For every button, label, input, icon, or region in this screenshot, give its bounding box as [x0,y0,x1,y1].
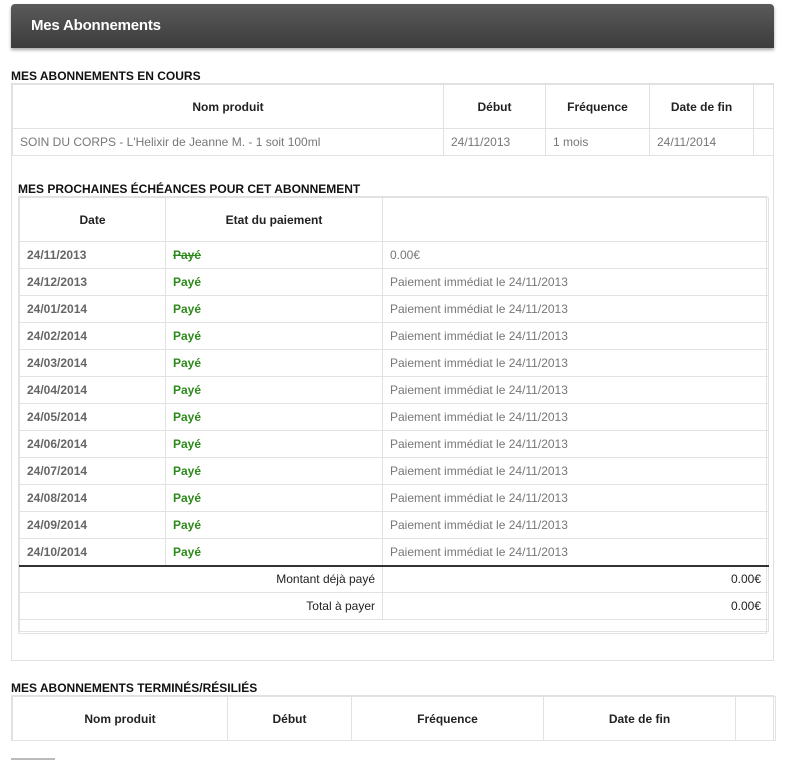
payment-status: Payé [165,430,383,458]
payment-detail: 0.00€ [382,241,769,269]
current-table-header: Nom produit Début Fréquence Date de fin [12,84,774,129]
payment-detail: Paiement immédiat le 24/11/2013 [382,403,769,431]
due-date: 24/03/2014 [19,349,166,377]
payment-status: Payé [165,322,383,350]
col-header-product: Nom produit [12,84,444,129]
payment-detail: Paiement immédiat le 24/11/2013 [382,268,769,296]
start-date: 24/11/2013 [443,128,546,156]
payment-detail: Paiement immédiat le 24/11/2013 [382,511,769,539]
current-subscriptions-table: Nom produit Début Fréquence Date de fin … [12,84,774,156]
already-paid-row: Montant déjà payé 0.00€ [19,564,769,593]
payment-detail: Paiement immédiat le 24/11/2013 [382,349,769,377]
due-date: 24/11/2013 [19,241,166,269]
spacer-row [19,619,769,632]
table-row[interactable]: SOIN DU CORPS - L'Helixir de Jeanne M. -… [12,128,774,156]
ended-subscriptions-table: Nom produit Début Fréquence Date de fin [12,696,776,741]
col-header-frequency: Fréquence [545,84,650,129]
page-header: Mes Abonnements [11,4,774,48]
page-title: Mes Abonnements [31,17,161,34]
ended-table-header: Nom produit Début Fréquence Date de fin [12,696,776,741]
payment-detail: Paiement immédiat le 24/11/2013 [382,457,769,485]
payment-status: Payé [165,241,383,269]
schedule-panel: Date Etat du paiement 24/11/2013 Payé 0.00… [18,196,769,634]
table-row: 24/07/2014 Payé Paiement immédiat le 24/11… [19,457,769,485]
table-row: 24/04/2014 Payé Paiement immédiat le 24/11… [19,376,769,404]
total-row: Total à payer 0.00€ [19,592,769,620]
due-date: 24/08/2014 [19,484,166,512]
due-date: 24/10/2014 [19,538,166,566]
table-row: 24/01/2014 Payé Paiement immédiat le 24/11… [19,295,769,323]
product-name: SOIN DU CORPS - L'Helixir de Jeanne M. -… [12,128,444,156]
col-header-payment-status: Etat du paiement [165,197,383,242]
col-header-date: Date [19,197,166,242]
table-row: 24/09/2014 Payé Paiement immédiat le 24/11… [19,511,769,539]
payment-status: Payé [165,403,383,431]
row-extra [753,128,774,156]
payment-status: Payé [165,484,383,512]
schedule-table-header: Date Etat du paiement [19,197,769,242]
table-row: 24/05/2014 Payé Paiement immédiat le 24/11… [19,403,769,431]
col-header-start: Début [443,84,546,129]
total-label: Total à payer [19,592,383,620]
due-date: 24/05/2014 [19,403,166,431]
payment-detail: Paiement immédiat le 24/11/2013 [382,295,769,323]
col-header-frequency: Fréquence [351,696,544,741]
due-date: 24/09/2014 [19,511,166,539]
frequency: 1 mois [545,128,650,156]
due-date: 24/07/2014 [19,457,166,485]
schedule-title: MES PROCHAINES ÉCHÉANCES POUR CET ABONNE… [18,182,361,196]
table-row: 24/11/2013 Payé 0.00€ [19,241,769,269]
due-date: 24/01/2014 [19,295,166,323]
table-row: 24/08/2014 Payé Paiement immédiat le 24/11… [19,484,769,512]
already-paid-label: Montant déjà payé [19,564,383,593]
payment-detail: Paiement immédiat le 24/11/2013 [382,322,769,350]
table-row: 24/03/2014 Payé Paiement immédiat le 24/11… [19,349,769,377]
due-date: 24/12/2013 [19,268,166,296]
current-subscriptions-title: MES ABONNEMENTS EN COURS [11,69,201,83]
col-header-detail [382,197,769,242]
ended-subscriptions-panel: Nom produit Début Fréquence Date de fin [11,695,776,741]
payment-detail: Paiement immédiat le 24/11/2013 [382,376,769,404]
table-row: 24/02/2014 Payé Paiement immédiat le 24/11… [19,322,769,350]
col-header-end: Date de fin [649,84,754,129]
col-header-end: Date de fin [543,696,736,741]
payment-detail: Paiement immédiat le 24/11/2013 [382,538,769,566]
col-header-extra [753,84,774,129]
payment-status: Payé [165,538,383,566]
col-header-start: Début [227,696,352,741]
payment-status: Payé [165,295,383,323]
payment-status: Payé [165,376,383,404]
payment-status: Payé [165,349,383,377]
col-header-extra [735,696,776,741]
table-row: 24/12/2013 Payé Paiement immédiat le 24/11… [19,268,769,296]
payment-detail: Paiement immédiat le 24/11/2013 [382,430,769,458]
bottom-divider [11,758,55,760]
already-paid-value: 0.00€ [382,564,769,593]
table-row: 24/10/2014 Payé Paiement immédiat le 24/11… [19,538,769,566]
ended-subscriptions-title: MES ABONNEMENTS TERMINÉS/RÉSILIÉS [11,681,258,695]
payment-status: Payé [165,457,383,485]
due-date: 24/04/2014 [19,376,166,404]
total-value: 0.00€ [382,592,769,620]
due-date: 24/06/2014 [19,430,166,458]
payment-detail: Paiement immédiat le 24/11/2013 [382,484,769,512]
col-header-product: Nom produit [12,696,228,741]
payment-status: Payé [165,268,383,296]
schedule-table: Date Etat du paiement 24/11/2013 Payé 0.00… [19,197,769,632]
table-row: 24/06/2014 Payé Paiement immédiat le 24/11… [19,430,769,458]
end-date: 24/11/2014 [649,128,754,156]
payment-status: Payé [165,511,383,539]
due-date: 24/02/2014 [19,322,166,350]
